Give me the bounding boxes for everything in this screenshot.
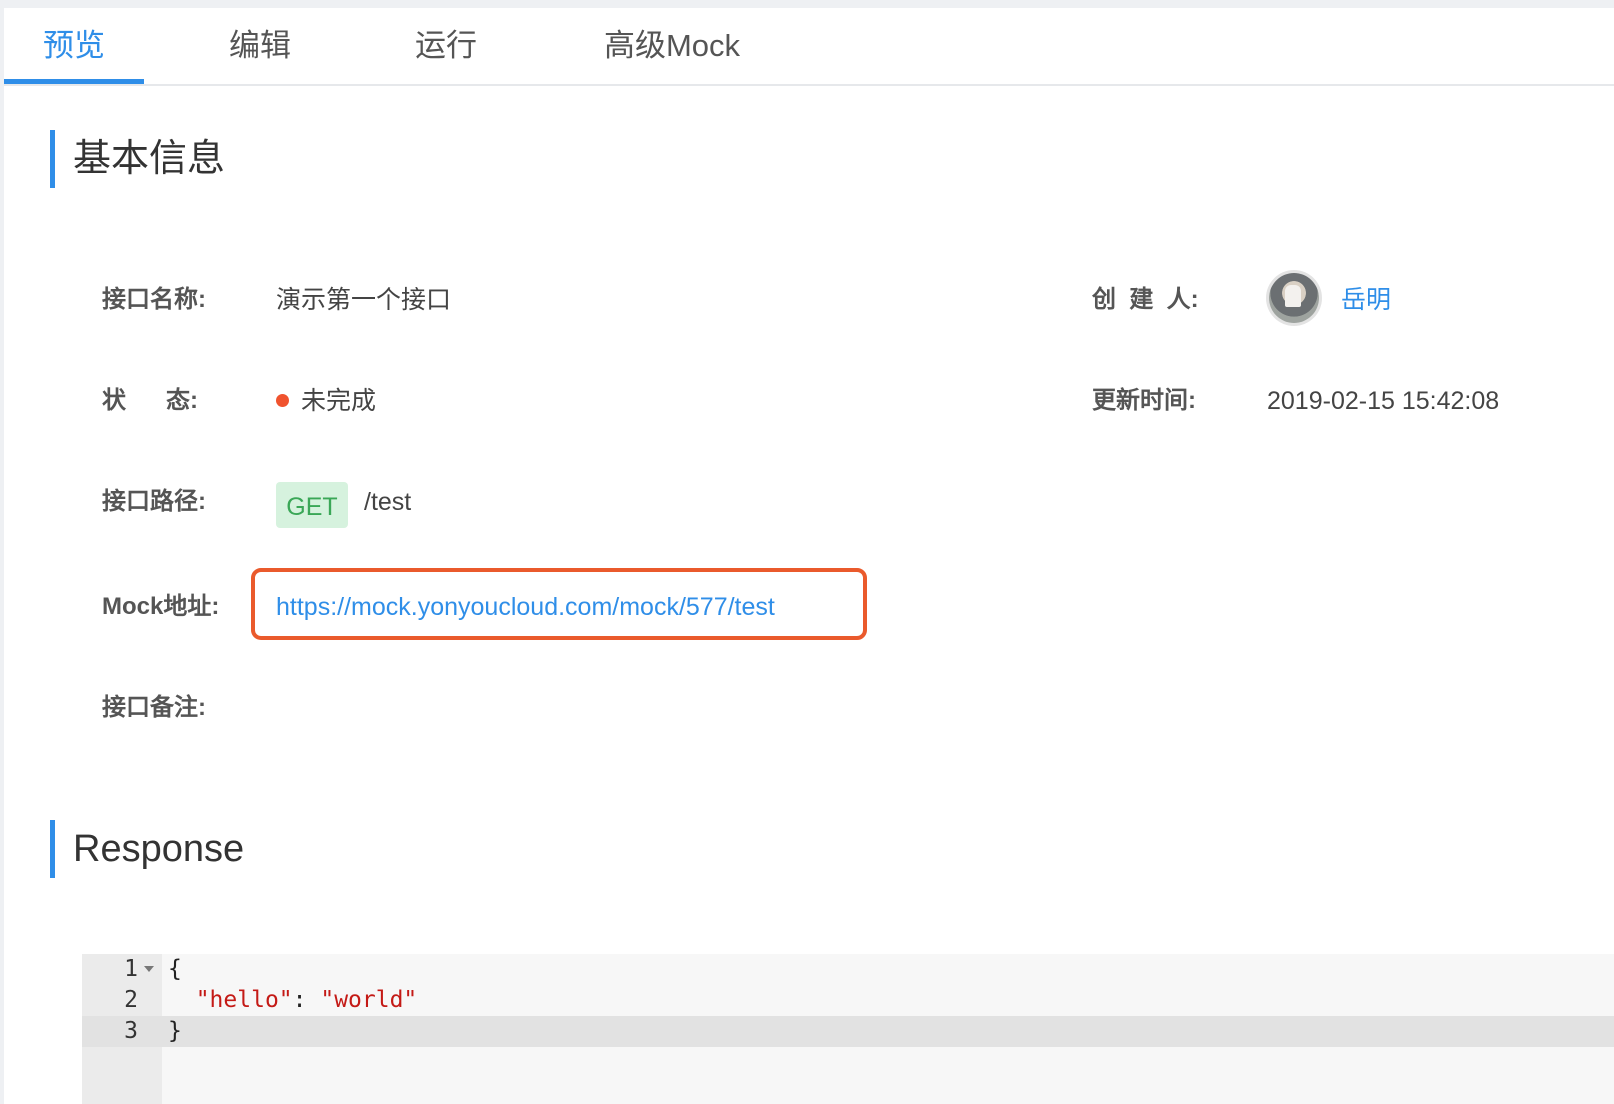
response-code-editor[interactable]: 1 { 2 "hello": "world" 3 }: [82, 954, 1614, 1104]
tab-advanced-mock[interactable]: 高级Mock: [601, 24, 743, 68]
line-number: 2: [124, 987, 138, 1013]
code-line: 2 "hello": "world": [82, 985, 1614, 1016]
creator-name-link[interactable]: 岳明: [1341, 286, 1391, 314]
name-label: 接口名称:: [102, 286, 206, 313]
json-separator: :: [292, 987, 321, 1013]
active-tab-indicator: [4, 79, 144, 84]
status-value: 未完成: [276, 381, 376, 421]
status-text: 未完成: [301, 387, 377, 415]
code-line: 1 {: [82, 954, 1614, 985]
code-text: }: [168, 1018, 182, 1044]
line-number: 1: [124, 956, 138, 982]
fold-arrow-icon[interactable]: [144, 966, 154, 972]
mock-url-link[interactable]: https://mock.yonyoucloud.com/mock/577/te…: [276, 593, 775, 621]
json-value: "world": [320, 987, 418, 1013]
creator-label: 创 建 人:: [1092, 286, 1199, 313]
note-label: 接口备注:: [102, 694, 206, 721]
mock-url-container: https://mock.yonyoucloud.com/mock/577/te…: [276, 587, 775, 627]
json-key: "hello": [195, 987, 293, 1013]
path-label: 接口路径:: [102, 488, 206, 515]
tab-preview[interactable]: 预览: [42, 24, 106, 68]
method-badge: GET: [276, 482, 348, 528]
updated-value: 2019-02-15 15:42:08: [1267, 387, 1500, 415]
code-line-active: 3 }: [82, 1016, 1614, 1047]
path-value: /test: [364, 488, 412, 516]
mock-label: Mock地址:: [102, 593, 220, 620]
code-text: {: [168, 956, 182, 982]
creator-name-container: 岳明: [1341, 280, 1391, 320]
tab-run[interactable]: 运行: [414, 24, 478, 68]
avatar[interactable]: [1269, 273, 1319, 323]
updated-label: 更新时间:: [1092, 387, 1196, 414]
basic-info-title: 基本信息: [50, 130, 225, 188]
response-title: Response: [50, 820, 244, 878]
tab-bar: 预览 编辑 运行 高级Mock: [4, 8, 1614, 86]
status-dot-icon: [276, 393, 289, 407]
code-text: "hello": "world": [168, 985, 418, 1016]
api-detail-page: 预览 编辑 运行 高级Mock 基本信息 接口名称: 演示第一个接口 状 态: …: [4, 8, 1614, 1104]
status-label: 状 态:: [102, 387, 198, 414]
name-value: 演示第一个接口: [276, 286, 452, 314]
line-number: 3: [124, 1018, 138, 1044]
tab-edit[interactable]: 编辑: [228, 24, 292, 68]
